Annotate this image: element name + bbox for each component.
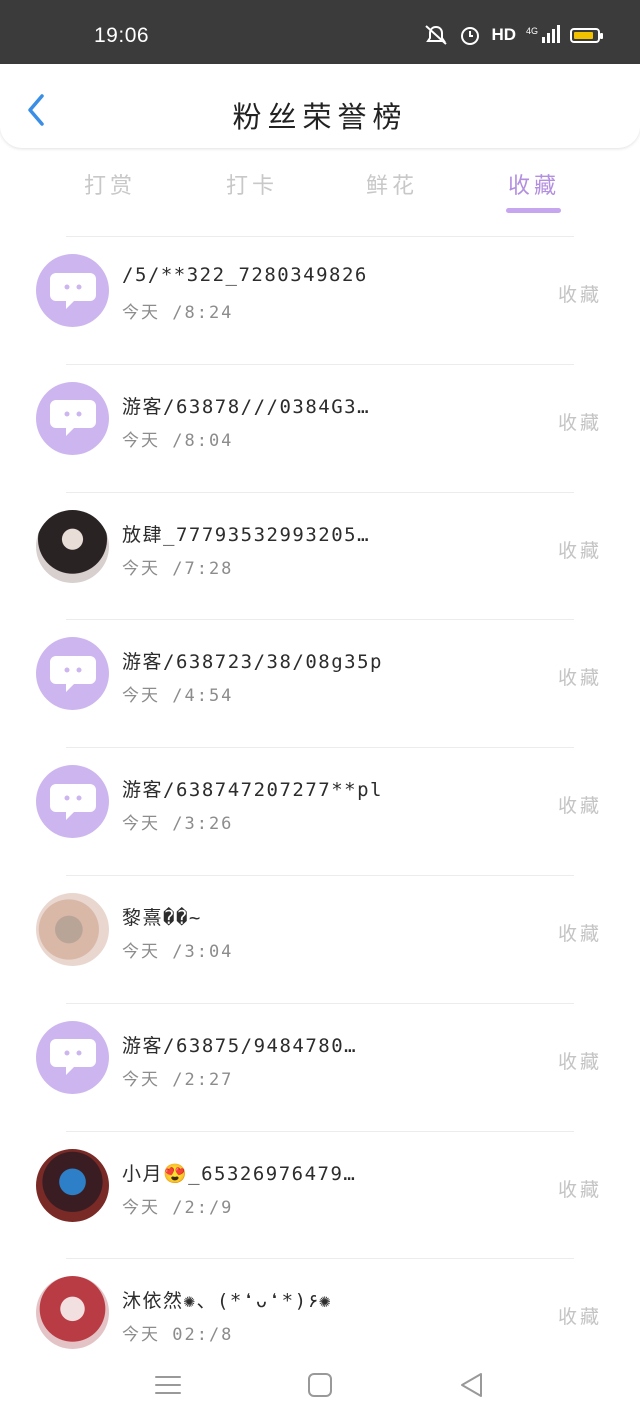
system-nav-bar (0, 1350, 640, 1422)
status-bar: 19:06 HD 4G (0, 0, 640, 64)
list-item[interactable]: 游客/63878///0384G3… 今天 /8:04 收藏 (0, 363, 640, 492)
list-item[interactable]: 游客/63875/9484780… 今天 /2:27 收藏 (0, 1002, 640, 1131)
favorite-action-label: 收藏 (557, 411, 602, 434)
fan-name: 游客/638747207277**pl (122, 779, 383, 802)
default-avatar-icon (36, 1020, 109, 1094)
fan-time: 今天 /3:04 (122, 941, 234, 962)
user-avatar-photo (36, 1148, 109, 1222)
back-triangle-icon[interactable] (457, 1370, 487, 1400)
fan-time: 今天 /3:26 (122, 814, 234, 835)
tab-flowers[interactable]: 鲜花 (366, 168, 418, 200)
default-avatar-icon (36, 637, 109, 711)
fan-name: 小月😍_65326976479… (122, 1162, 357, 1185)
fan-name: 放肆_77793532993205… (122, 523, 371, 546)
tab-checkin[interactable]: 打卡 (226, 168, 278, 200)
signal-4g-icon: 4G (526, 25, 560, 43)
user-avatar-photo (36, 509, 109, 583)
favorite-action-label: 收藏 (557, 1306, 602, 1329)
fan-name: /5/**322_7280349826 (122, 264, 368, 286)
fan-time: 今天 02:/8 (122, 1325, 234, 1346)
favorite-action-label: 收藏 (557, 795, 602, 818)
active-tab-indicator (506, 208, 561, 213)
default-avatar-icon (36, 765, 109, 839)
list-item[interactable]: 小月😍_65326976479… 今天 /2:/9 收藏 (0, 1130, 640, 1259)
list-item[interactable]: 游客/638747207277**pl 今天 /3:26 收藏 (0, 747, 640, 875)
alarm-icon (461, 27, 480, 45)
favorite-action-label: 收藏 (557, 539, 602, 562)
mute-bell-icon (425, 25, 448, 45)
fan-time: 今天 /4:54 (122, 686, 234, 707)
fan-name: 游客/638723/38/08g35p (122, 651, 383, 674)
menu-icon[interactable] (153, 1370, 183, 1400)
fan-time: 今天 /2:27 (122, 1069, 234, 1090)
page-title: 粉丝荣誉榜 (232, 100, 408, 134)
battery-level (574, 31, 593, 39)
tab-favorites[interactable]: 收藏 (508, 168, 560, 200)
fan-time: 今天 /7:28 (122, 558, 234, 579)
list-item[interactable]: 黎熹��~ 今天 /3:04 收藏 (0, 874, 640, 1003)
default-avatar-icon (36, 381, 109, 455)
favorite-action-label: 收藏 (557, 1178, 602, 1201)
default-avatar-icon (36, 254, 109, 327)
list-item[interactable]: /5/**322_7280349826 今天 /8:24 收藏 (0, 236, 640, 364)
battery-icon (570, 27, 603, 43)
favorite-action-label: 收藏 (557, 922, 602, 945)
fan-time: 今天 /8:04 (122, 430, 234, 451)
status-icons: HD 4G (423, 24, 603, 46)
page-header: 粉丝荣誉榜 (0, 64, 640, 148)
fan-list: /5/**322_7280349826 今天 /8:24 收藏 游客/63878… (0, 236, 640, 1386)
fan-time: 今天 /2:/9 (122, 1197, 234, 1218)
fan-time: 今天 /8:24 (122, 303, 234, 323)
status-time: 19:06 (94, 24, 150, 47)
fan-name: 游客/63875/9484780… (122, 1034, 358, 1057)
fan-name: 游客/63878///0384G3… (122, 395, 371, 418)
home-square-icon[interactable] (305, 1370, 335, 1400)
fan-name: 沐依然✺、(*❛ᴗ❛*)۶✺ (122, 1290, 331, 1313)
svg-text:4G: 4G (526, 26, 538, 36)
tab-bar: 打赏 打卡 鲜花 收藏 (0, 162, 640, 218)
user-avatar-photo (36, 892, 109, 966)
user-avatar-photo (36, 1276, 109, 1350)
tab-reward[interactable]: 打赏 (84, 168, 136, 200)
list-item[interactable]: 游客/638723/38/08g35p 今天 /4:54 收藏 (0, 619, 640, 747)
favorite-action-label: 收藏 (557, 1050, 602, 1073)
fan-name: 黎熹��~ (122, 906, 202, 929)
favorite-action-label: 收藏 (557, 284, 602, 306)
network-hd-label: HD (491, 25, 516, 44)
list-item[interactable]: 放肆_77793532993205… 今天 /7:28 收藏 (0, 491, 640, 620)
favorite-action-label: 收藏 (557, 667, 602, 690)
